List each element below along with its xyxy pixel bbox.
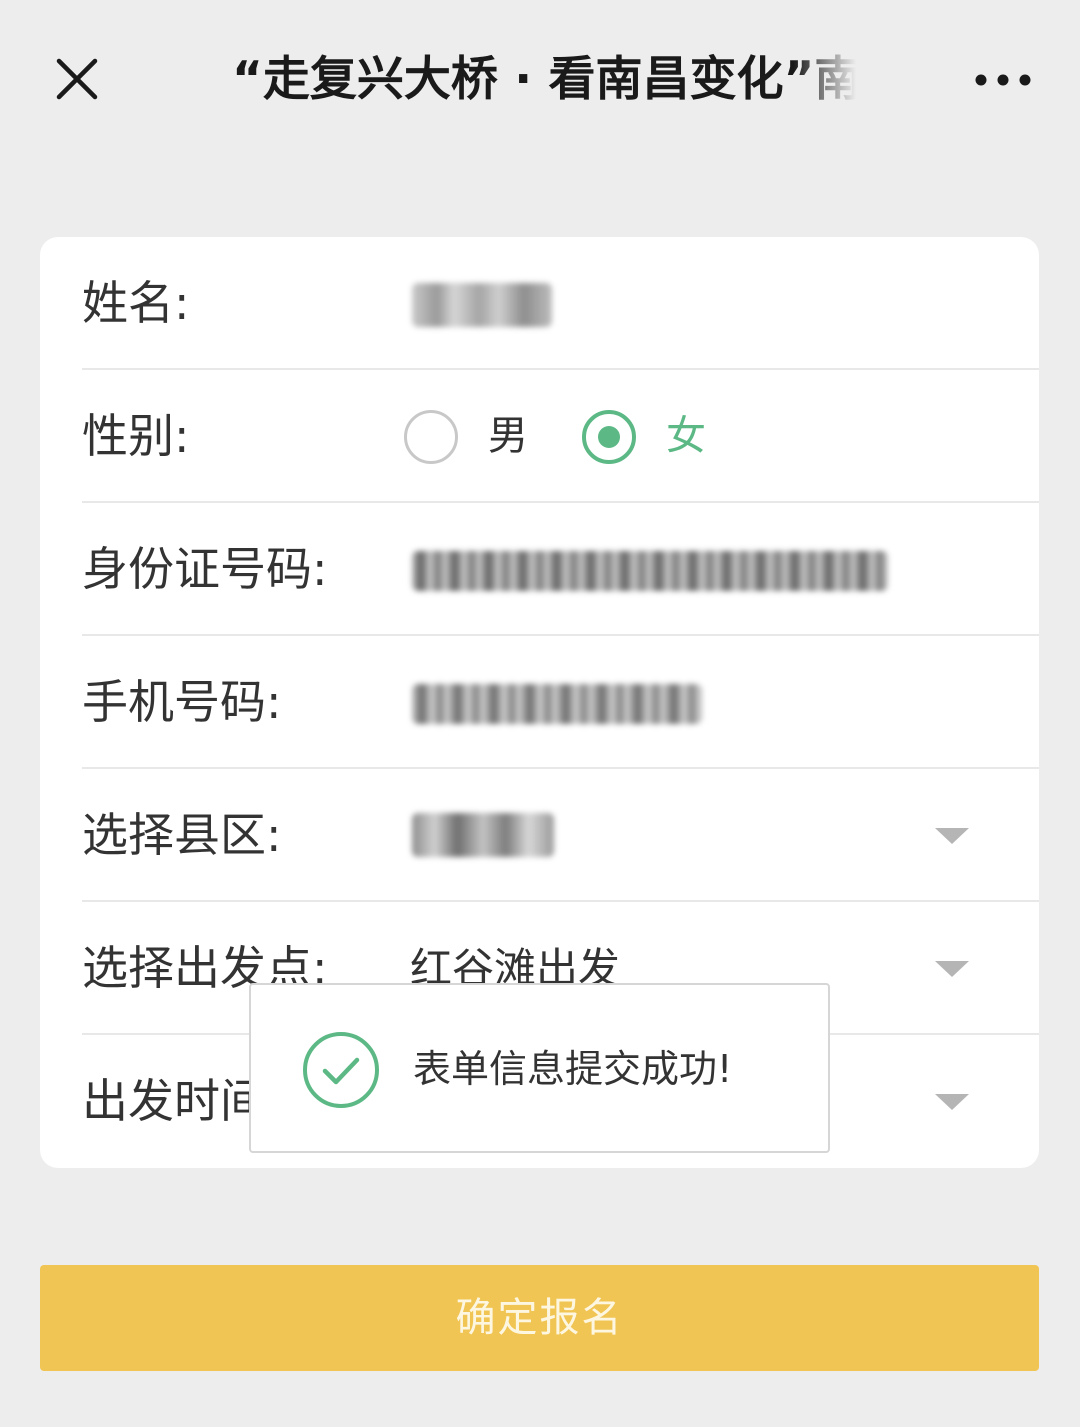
gender-female-radio[interactable]: [582, 410, 636, 464]
departure-time-dropdown-arrow-icon[interactable]: [935, 1094, 969, 1110]
name-value-redacted[interactable]: [412, 283, 552, 327]
page-title: “走复兴大桥 · 看南昌变化”南昌: [232, 52, 856, 107]
district-row[interactable]: 选择县区:: [82, 769, 1039, 902]
id-number-row[interactable]: 身份证号码:: [82, 503, 1039, 636]
id-number-value-redacted[interactable]: [412, 551, 888, 591]
nav-bar: “走复兴大桥 · 看南昌变化”南昌: [0, 0, 1080, 160]
gender-label: 性别:: [82, 409, 190, 463]
phone-label: 手机号码:: [82, 675, 282, 729]
more-icon[interactable]: [970, 60, 1036, 100]
district-label: 选择县区:: [82, 808, 282, 862]
success-toast: 表单信息提交成功!: [249, 983, 830, 1153]
id-number-label: 身份证号码:: [82, 542, 328, 596]
phone-row[interactable]: 手机号码:: [82, 636, 1039, 769]
gender-male-radio[interactable]: [404, 410, 458, 464]
close-icon[interactable]: [52, 54, 102, 104]
confirm-register-button[interactable]: 确定报名: [40, 1265, 1039, 1371]
district-dropdown-arrow-icon[interactable]: [935, 828, 969, 844]
gender-female-label[interactable]: 女: [666, 370, 706, 503]
phone-value-redacted[interactable]: [412, 684, 702, 724]
departure-point-dropdown-arrow-icon[interactable]: [935, 961, 969, 977]
name-row[interactable]: 姓名:: [82, 237, 1039, 370]
gender-row: 性别: 男 女: [82, 370, 1039, 503]
name-label: 姓名:: [82, 276, 190, 330]
check-circle-icon: [303, 1032, 379, 1108]
district-value-redacted[interactable]: [412, 813, 554, 857]
toast-message: 表单信息提交成功!: [413, 1047, 733, 1091]
gender-male-label[interactable]: 男: [488, 370, 528, 503]
